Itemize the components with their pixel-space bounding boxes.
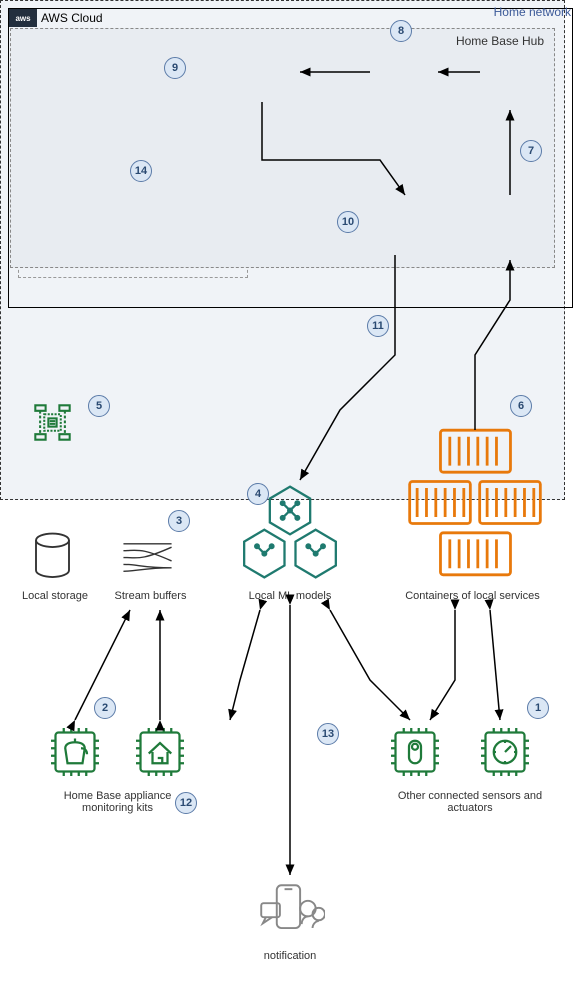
local-ml-label: Local ML models	[235, 590, 345, 602]
badge-8: 8	[390, 20, 412, 42]
notification-label: notification	[255, 950, 325, 962]
aws-logo-icon: aws	[9, 9, 37, 27]
local-storage-icon	[30, 530, 75, 585]
appliance-kits-label: Home Base appliance monitoring kits	[40, 790, 195, 814]
badge-1: 1	[527, 697, 549, 719]
badge-9: 9	[164, 57, 186, 79]
badge-13: 13	[317, 723, 339, 745]
badge-14: 14	[130, 160, 152, 182]
greengrass-core-icon	[25, 395, 80, 450]
badge-11: 11	[367, 315, 389, 337]
sensors-label: Other connected sensors and actuators	[395, 790, 545, 814]
hub-title: Home Base Hub	[456, 34, 544, 48]
badge-3: 3	[168, 510, 190, 532]
containers-icon	[405, 425, 545, 580]
containers-label: Containers of local services	[385, 590, 560, 602]
badge-6: 6	[510, 395, 532, 417]
stream-buffers-label: Stream buffers	[108, 590, 193, 602]
badge-2: 2	[94, 697, 116, 719]
badge-7: 7	[520, 140, 542, 162]
aws-cloud-title: AWS Cloud	[41, 11, 103, 25]
notification-icon	[255, 880, 325, 945]
home-base-hub-container: Home Base Hub	[10, 28, 555, 268]
sensor-switch-chip-icon	[385, 722, 445, 782]
appliance-kettle-chip-icon	[45, 722, 105, 782]
local-storage-label: Local storage	[15, 590, 95, 602]
badge-10: 10	[337, 211, 359, 233]
stream-buffers-icon	[120, 535, 175, 580]
sensor-gauge-chip-icon	[475, 722, 535, 782]
badge-12: 12	[175, 792, 197, 814]
appliance-house-chip-icon	[130, 722, 190, 782]
badge-5: 5	[88, 395, 110, 417]
badge-4: 4	[247, 483, 269, 505]
home-network-title: Home network	[494, 5, 571, 19]
